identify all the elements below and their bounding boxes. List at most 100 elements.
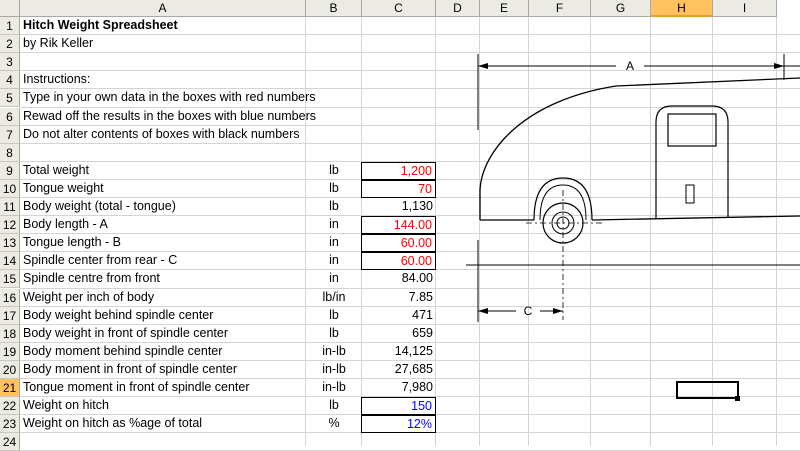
cell-b21[interactable]: in-lb: [306, 379, 362, 397]
row-header-1[interactable]: 1: [0, 17, 20, 36]
cell-b2[interactable]: [306, 35, 362, 53]
cell-b11[interactable]: lb: [306, 198, 362, 216]
cell-a9[interactable]: Total weight: [20, 162, 306, 180]
cell-a11[interactable]: Body weight (total - tongue): [20, 198, 306, 216]
cell-a6[interactable]: Rewad off the results in the boxes with …: [20, 108, 316, 126]
row-header-11[interactable]: 11: [0, 198, 20, 217]
cell-c11[interactable]: 1,130: [362, 198, 436, 216]
column-header-e[interactable]: E: [480, 0, 529, 17]
column-header-i[interactable]: I: [713, 0, 777, 17]
cell-a18[interactable]: Body weight in front of spindle center: [20, 325, 306, 343]
row-header-6[interactable]: 6: [0, 107, 20, 126]
cell-a17[interactable]: Body weight behind spindle center: [20, 307, 306, 325]
cell-b16[interactable]: lb/in: [306, 289, 362, 307]
cell-c6[interactable]: [362, 108, 436, 126]
row-header-12[interactable]: 12: [0, 216, 20, 235]
cell-b17[interactable]: lb: [306, 307, 362, 325]
cell-b3[interactable]: [306, 53, 362, 71]
column-header-a[interactable]: A: [20, 0, 306, 17]
cell-c19[interactable]: 14,125: [362, 343, 436, 361]
cell-c1[interactable]: [362, 17, 436, 35]
cell-a15[interactable]: Spindle centre from front: [20, 270, 306, 288]
cell-b6[interactable]: [306, 108, 362, 126]
cell-a24[interactable]: [20, 433, 306, 451]
row-header-13[interactable]: 13: [0, 234, 20, 253]
cell-a1[interactable]: Hitch Weight Spreadsheet: [20, 17, 306, 35]
cell-b20[interactable]: in-lb: [306, 361, 362, 379]
column-header-h[interactable]: H: [651, 0, 713, 17]
row-header-3[interactable]: 3: [0, 53, 20, 72]
cell-c22[interactable]: 150: [361, 397, 436, 416]
cell-a5[interactable]: Type in your own data in the boxes with …: [20, 89, 316, 107]
cell-c21[interactable]: 7,980: [362, 379, 436, 397]
cell-b23[interactable]: %: [306, 415, 362, 433]
row-header-8[interactable]: 8: [0, 143, 20, 162]
cell-c20[interactable]: 27,685: [362, 361, 436, 379]
column-header-c[interactable]: C: [362, 0, 436, 17]
select-all-corner[interactable]: [0, 0, 20, 17]
cell-b10[interactable]: lb: [306, 180, 362, 198]
cell-b14[interactable]: in: [306, 252, 362, 270]
cell-c18[interactable]: 659: [362, 325, 436, 343]
cell-a16[interactable]: Weight per inch of body: [20, 289, 306, 307]
row-header-20[interactable]: 20: [0, 360, 20, 379]
cell-a10[interactable]: Tongue weight: [20, 180, 306, 198]
cell-c12[interactable]: 144.00: [361, 216, 436, 235]
cell-a20[interactable]: Body moment in front of spindle center: [20, 361, 306, 379]
cell-a14[interactable]: Spindle center from rear - C: [20, 252, 306, 270]
cell-a3[interactable]: [20, 53, 306, 71]
cell-c3[interactable]: [362, 53, 436, 71]
cell-b22[interactable]: lb: [306, 397, 362, 415]
cell-c17[interactable]: 471: [362, 307, 436, 325]
cell-b15[interactable]: in: [306, 270, 362, 288]
row-header-2[interactable]: 2: [0, 35, 20, 54]
row-header-22[interactable]: 22: [0, 397, 20, 416]
column-header-f[interactable]: F: [529, 0, 591, 17]
cell-b1[interactable]: [306, 17, 362, 35]
cell-b24[interactable]: [306, 433, 362, 451]
cell-c13[interactable]: 60.00: [361, 234, 436, 253]
row-header-23[interactable]: 23: [0, 415, 20, 434]
cell-a23[interactable]: Weight on hitch as %age of total: [20, 415, 306, 433]
row-header-17[interactable]: 17: [0, 306, 20, 325]
cell-c9[interactable]: 1,200: [361, 161, 436, 180]
row-header-16[interactable]: 16: [0, 288, 20, 307]
row-header-9[interactable]: 9: [0, 161, 20, 180]
cell-c5[interactable]: [362, 89, 436, 107]
active-cell-cursor[interactable]: [676, 381, 739, 399]
cell-b8[interactable]: [306, 144, 362, 162]
cell-c7[interactable]: [362, 126, 436, 144]
row-header-4[interactable]: 4: [0, 71, 20, 90]
cell-c10[interactable]: 70: [361, 179, 436, 198]
cell-a4[interactable]: Instructions:: [20, 71, 306, 89]
cell-c23[interactable]: 12%: [361, 415, 436, 434]
cell-c16[interactable]: 7.85: [362, 289, 436, 307]
row-header-10[interactable]: 10: [0, 179, 20, 198]
column-header-g[interactable]: G: [591, 0, 651, 17]
cell-c8[interactable]: [362, 144, 436, 162]
cell-b12[interactable]: in: [306, 216, 362, 234]
cell-a12[interactable]: Body length - A: [20, 216, 306, 234]
cell-c2[interactable]: [362, 35, 436, 53]
cell-a2[interactable]: by Rik Keller: [20, 35, 306, 53]
cell-b9[interactable]: lb: [306, 162, 362, 180]
cell-a8[interactable]: [20, 144, 306, 162]
cell-a22[interactable]: Weight on hitch: [20, 397, 306, 415]
cell-a21[interactable]: Tongue moment in front of spindle center: [20, 379, 306, 397]
cell-a13[interactable]: Tongue length - B: [20, 234, 306, 252]
row-header-15[interactable]: 15: [0, 270, 20, 289]
cell-b18[interactable]: lb: [306, 325, 362, 343]
row-header-18[interactable]: 18: [0, 324, 20, 343]
cell-c4[interactable]: [362, 71, 436, 89]
cell-b13[interactable]: in: [306, 234, 362, 252]
row-header-21[interactable]: 21: [0, 379, 20, 398]
cell-c24[interactable]: [362, 433, 436, 451]
cell-b4[interactable]: [306, 71, 362, 89]
column-header-d[interactable]: D: [436, 0, 480, 17]
row-header-19[interactable]: 19: [0, 342, 20, 361]
cell-c15[interactable]: 84.00: [362, 270, 436, 288]
spreadsheet[interactable]: ABCDEFGHI 1 2 3 4 5 6 7 8 9 10 11 12 13 14 15 16 17 18 19 2…: [0, 0, 800, 451]
cell-b19[interactable]: in-lb: [306, 343, 362, 361]
cell-b5[interactable]: [306, 89, 362, 107]
row-header-24[interactable]: 24: [0, 433, 20, 451]
